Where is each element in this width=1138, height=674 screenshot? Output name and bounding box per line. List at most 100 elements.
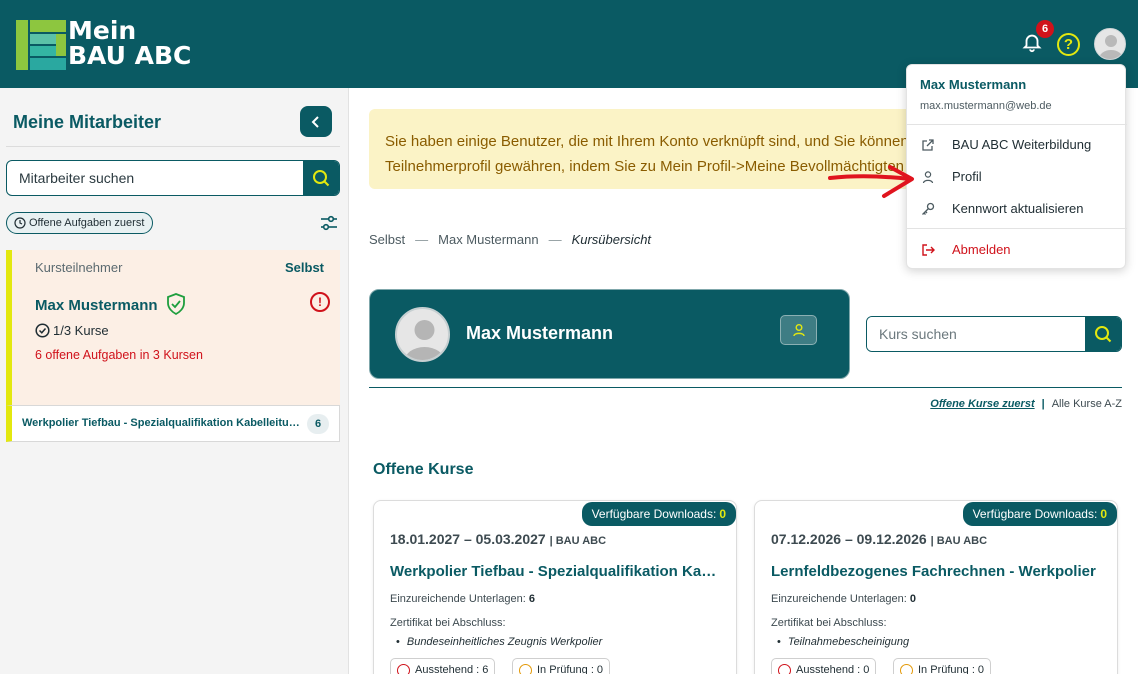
course-dates: 07.12.2026 – 09.12.2026 | BAU ABC [771, 531, 987, 547]
notice-line-2: Teilnehmerprofil gewähren, indem Sie zu … [385, 158, 905, 175]
breadcrumb-item-employee[interactable]: Max Mustermann [438, 232, 538, 247]
downloads-badge[interactable]: Verfügbare Downloads: 0 [962, 502, 1117, 526]
pending-label: Ausstehend : 6 [415, 664, 489, 674]
employee-role: Kursteilnehmer [35, 260, 123, 275]
menu-item-label: BAU ABC Weiterbildung [952, 137, 1092, 152]
breadcrumb-item-self[interactable]: Selbst [369, 232, 405, 247]
annotation-arrow-icon [828, 165, 914, 198]
notice-line-1: Sie haben einige Benutzer, die mit Ihrem… [385, 133, 909, 150]
course-date-range: 18.01.2027 – 05.03.2027 [390, 531, 546, 547]
certificate-item: Bundeseinheitliches Zeugnis Werkpolier [396, 636, 602, 648]
course-card[interactable]: Verfügbare Downloads: 0 07.12.2026 – 09.… [754, 500, 1118, 674]
menu-item-label: Abmelden [952, 242, 1011, 257]
search-icon [313, 170, 330, 187]
pending-label: Ausstehend : 0 [796, 664, 870, 674]
help-icon[interactable]: ? [1057, 33, 1080, 56]
course-search [866, 316, 1122, 352]
course-date-range: 07.12.2026 – 09.12.2026 [771, 531, 927, 547]
docs-count: 6 [528, 593, 535, 605]
employee-course-task-count: 6 [307, 414, 329, 434]
alert-icon [778, 664, 791, 674]
user-avatar-icon[interactable] [1094, 28, 1126, 60]
logo-line-2: BAU ABC [68, 41, 192, 70]
employee-search-input[interactable] [7, 161, 304, 195]
user-icon [792, 324, 805, 337]
employee-course-item[interactable]: Werkpolier Tiefbau - Spezialqualifikatio… [6, 405, 340, 442]
downloads-label: Verfügbare Downloads: [591, 507, 717, 521]
menu-item-label: Kennwort aktualisieren [952, 201, 1084, 216]
user-menu-email: max.mustermann@web.de [920, 100, 1052, 112]
review-label: In Prüfung : 0 [918, 664, 985, 674]
open-tasks-first-chip[interactable]: Offene Aufgaben zuerst [6, 212, 154, 234]
downloads-label: Verfügbare Downloads: [972, 507, 1098, 521]
breadcrumb-item-current: Kursübersicht [571, 232, 652, 247]
alert-icon: ! [310, 292, 330, 312]
profile-name: Max Mustermann [466, 323, 614, 343]
course-required-documents: Einzureichende Unterlagen: 6 [390, 593, 535, 605]
chip-label: Offene Aufgaben zuerst [29, 217, 145, 229]
docs-count: 0 [909, 593, 916, 605]
sort-alphabetical[interactable]: Alle Kurse A-Z [1052, 398, 1122, 410]
profile-user-button[interactable] [780, 315, 817, 345]
sort-separator: | [1041, 398, 1045, 410]
docs-label: Einzureichende Unterlagen: [771, 593, 907, 605]
verified-shield-icon [167, 293, 185, 315]
menu-item-weiterbildung[interactable]: BAU ABC Weiterbildung [907, 130, 1127, 160]
avatar-silhouette-icon [404, 320, 445, 360]
filter-settings-icon[interactable] [320, 214, 338, 232]
external-link-icon [922, 139, 934, 151]
pending-status-pill[interactable]: Ausstehend : 6 [390, 658, 496, 674]
menu-divider [907, 124, 1127, 125]
search-icon [1095, 326, 1112, 343]
course-search-button[interactable] [1085, 317, 1121, 351]
collapse-sidebar-button[interactable] [300, 106, 332, 137]
logo-wordmark: Mein BAU ABC [68, 18, 191, 68]
clock-icon [14, 217, 26, 229]
logout-icon [922, 244, 935, 256]
open-courses-heading: Offene Kurse [373, 461, 474, 478]
logo-line-1: Mein [68, 16, 137, 45]
menu-divider [907, 228, 1127, 229]
bau-abc-logo[interactable] [16, 20, 66, 70]
course-progress-text: 1/3 Kurse [53, 323, 109, 338]
user-menu-dropdown: Max Mustermann max.mustermann@web.de BAU… [906, 64, 1127, 269]
profile-avatar [395, 307, 450, 362]
downloads-count: 0 [1100, 507, 1107, 521]
pending-status-pill[interactable]: Ausstehend : 0 [771, 658, 877, 674]
menu-item-profil[interactable]: Profil [907, 162, 1127, 192]
downloads-badge[interactable]: Verfügbare Downloads: 0 [581, 502, 736, 526]
sidebar-divider [6, 146, 340, 147]
certificate-label: Zertifikat bei Abschluss: [771, 617, 887, 629]
employee-sidebar: Meine Mitarbeiter Offene Aufgaben zuerst… [0, 88, 349, 674]
chevron-left-icon [311, 115, 319, 128]
sort-open-first[interactable]: Offene Kurse zuerst [930, 398, 1034, 410]
employee-search [6, 160, 340, 196]
check-circle-icon [35, 323, 50, 338]
notification-count-badge: 6 [1036, 20, 1054, 38]
course-dates: 18.01.2027 – 05.03.2027 | BAU ABC [390, 531, 606, 547]
course-title[interactable]: Werkpolier Tiefbau - Spezialqualifikatio… [390, 563, 720, 580]
certificate-label: Zertifikat bei Abschluss: [390, 617, 506, 629]
course-provider: | BAU ABC [930, 535, 988, 547]
course-title[interactable]: Lernfeldbezogenes Fachrechnen - Werkpoli… [771, 563, 1101, 580]
main-divider [369, 387, 1122, 388]
employee-course-progress: 1/3 Kurse [35, 323, 109, 338]
review-status-pill[interactable]: In Prüfung : 0 [512, 658, 611, 674]
employee-name: Max Mustermann [35, 297, 158, 314]
employee-course-title: Werkpolier Tiefbau - Spezialqualifikatio… [22, 417, 302, 429]
review-status-pill[interactable]: In Prüfung : 0 [893, 658, 992, 674]
menu-item-label: Profil [952, 169, 982, 184]
course-search-input[interactable] [867, 317, 1085, 351]
employee-relation: Selbst [284, 260, 324, 275]
user-icon [922, 171, 934, 184]
breadcrumb-separator: — [415, 232, 429, 247]
course-sort-options: Offene Kurse zuerst | Alle Kurse A-Z [930, 398, 1122, 410]
employee-card[interactable]: Kursteilnehmer Selbst Max Mustermann ! 1… [6, 250, 340, 405]
menu-item-logout[interactable]: Abmelden [907, 235, 1127, 265]
sidebar-title: Meine Mitarbeiter [13, 112, 162, 132]
menu-item-change-password[interactable]: Kennwort aktualisieren [907, 194, 1127, 224]
employee-search-button[interactable] [303, 161, 339, 195]
docs-label: Einzureichende Unterlagen: [390, 593, 526, 605]
downloads-count: 0 [719, 507, 726, 521]
course-card[interactable]: Verfügbare Downloads: 0 18.01.2027 – 05.… [373, 500, 737, 674]
